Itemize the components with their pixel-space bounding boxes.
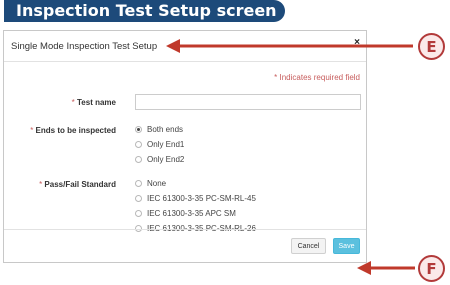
callout-e-badge: E bbox=[418, 33, 445, 60]
arrow-e-head bbox=[166, 39, 180, 53]
callout-arrows bbox=[166, 39, 415, 275]
callout-f-badge: F bbox=[418, 255, 445, 282]
arrow-f-head bbox=[357, 261, 371, 275]
